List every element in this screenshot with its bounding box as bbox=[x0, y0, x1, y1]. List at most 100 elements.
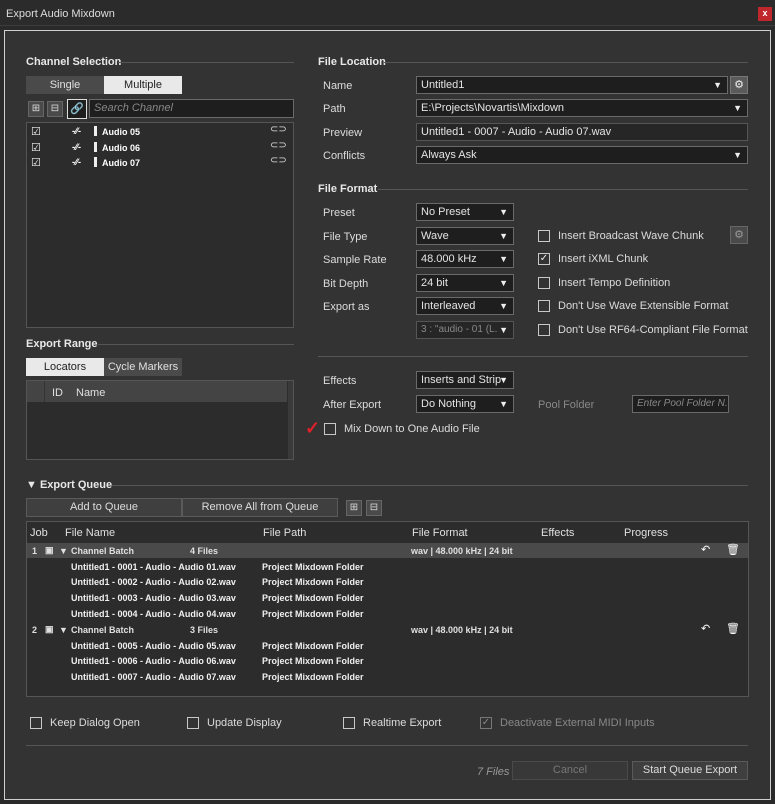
keep-open-label: Keep Dialog Open bbox=[50, 717, 140, 729]
divider bbox=[378, 189, 748, 190]
path-label: Path bbox=[323, 103, 346, 115]
col-progress: Progress bbox=[624, 527, 669, 539]
range-scrollbar[interactable] bbox=[288, 381, 293, 459]
col-file-path: File Path bbox=[263, 527, 307, 539]
queue-file-path: Project Mixdown Folder bbox=[262, 562, 364, 572]
expand-all-icon[interactable]: ⊞ bbox=[28, 101, 44, 117]
conflicts-select[interactable]: Always Ask bbox=[416, 146, 748, 164]
file-icon: ▣ bbox=[45, 545, 54, 555]
channel-checkbox[interactable]: ☑ bbox=[31, 156, 41, 169]
queue-file-path: Project Mixdown Folder bbox=[262, 577, 364, 587]
expand-all-icon[interactable]: ⊞ bbox=[346, 500, 362, 516]
link-icon[interactable]: ⊂⊃ bbox=[270, 124, 287, 135]
link-icon[interactable]: ⊂⊃ bbox=[270, 140, 287, 151]
channel-select: 3 : "audio - 01 (L. bbox=[416, 321, 514, 339]
batch-name: Channel Batch bbox=[71, 625, 135, 635]
col-effects: Effects bbox=[541, 527, 575, 539]
channel-checkbox[interactable]: ☑ bbox=[31, 125, 41, 138]
realtime-export-checkbox[interactable] bbox=[343, 717, 355, 729]
divider bbox=[112, 485, 748, 486]
wave-extensible-checkbox[interactable] bbox=[538, 300, 550, 312]
chevron-down-icon[interactable]: ▼ bbox=[59, 546, 68, 556]
link-icon[interactable]: 🔗 bbox=[67, 99, 87, 119]
channel-color-bar bbox=[94, 141, 97, 152]
deactivate-midi-label: Deactivate External MIDI Inputs bbox=[500, 717, 655, 729]
name-field[interactable]: Untitled1 bbox=[416, 76, 728, 94]
queue-file-name: Untitled1 - 0005 - Audio - Audio 05.wav bbox=[71, 641, 236, 651]
remove-all-button[interactable]: Remove All from Queue bbox=[182, 498, 338, 517]
channel-color-bar bbox=[94, 157, 97, 167]
start-queue-export-button[interactable]: Start Queue Export bbox=[632, 761, 748, 780]
export-as-select[interactable]: Interleaved bbox=[416, 297, 514, 315]
trash-icon[interactable]: 🗑 bbox=[726, 622, 740, 635]
red-check-mark: ✓ bbox=[305, 418, 321, 438]
preview-field: Untitled1 - 0007 - Audio - Audio 07.wav bbox=[416, 123, 748, 141]
sample-rate-select[interactable]: 48.000 kHz bbox=[416, 250, 514, 268]
conflicts-label: Conflicts bbox=[323, 150, 366, 162]
divider bbox=[44, 381, 45, 402]
channel-color-bar bbox=[94, 126, 97, 136]
realtime-export-label: Realtime Export bbox=[363, 717, 442, 729]
waveform-icon: -⁄⁄- bbox=[72, 126, 81, 136]
collapse-all-icon[interactable]: ⊟ bbox=[47, 101, 63, 117]
effects-select[interactable]: Inserts and Strip bbox=[416, 371, 514, 389]
queue-file-name: Untitled1 - 0004 - Audio - Audio 04.wav bbox=[71, 609, 236, 619]
file-type-select[interactable]: Wave bbox=[416, 227, 514, 245]
rf64-checkbox[interactable] bbox=[538, 324, 550, 336]
close-button[interactable]: x bbox=[758, 7, 772, 21]
collapse-arrow-icon[interactable]: ▼ bbox=[26, 479, 40, 491]
divider bbox=[118, 62, 294, 63]
file-location-heading: File Location bbox=[318, 56, 386, 68]
multiple-tab[interactable]: Multiple bbox=[104, 76, 182, 94]
gear-icon[interactable]: ⚙ bbox=[730, 226, 748, 244]
cycle-markers-tab[interactable]: Cycle Markers bbox=[104, 358, 182, 376]
bit-depth-label: Bit Depth bbox=[323, 278, 369, 290]
search-channel-input[interactable]: Search Channel bbox=[89, 99, 294, 118]
undo-icon[interactable]: ↶ bbox=[701, 622, 710, 635]
add-to-queue-button[interactable]: Add to Queue bbox=[26, 498, 182, 517]
channel-name: Audio 06 bbox=[102, 142, 141, 153]
job-number: 1 bbox=[32, 546, 38, 556]
mixdown-checkbox[interactable] bbox=[324, 423, 336, 435]
cancel-button: Cancel bbox=[512, 761, 628, 780]
export-queue-title: Export Queue bbox=[39, 479, 113, 491]
path-field[interactable]: E:\Projects\Novartis\Mixdown bbox=[416, 99, 748, 117]
waveform-icon: -⁄⁄- bbox=[72, 157, 81, 167]
ixml-checkbox[interactable]: ✓ bbox=[538, 253, 550, 265]
update-display-checkbox[interactable] bbox=[187, 717, 199, 729]
range-header bbox=[27, 381, 287, 402]
single-tab[interactable]: Single bbox=[26, 76, 104, 94]
queue-file-path: Project Mixdown Folder bbox=[262, 656, 364, 666]
col-file-format: File Format bbox=[412, 527, 468, 539]
undo-icon[interactable]: ↶ bbox=[701, 543, 710, 556]
preset-label: Preset bbox=[323, 207, 355, 219]
pool-folder-input[interactable]: Enter Pool Folder N. bbox=[632, 395, 729, 413]
queue-file-path: Project Mixdown Folder bbox=[262, 593, 364, 603]
broadcast-wave-checkbox[interactable] bbox=[538, 230, 550, 242]
broadcast-wave-label: Insert Broadcast Wave Chunk bbox=[558, 230, 704, 242]
preset-select[interactable]: No Preset bbox=[416, 203, 514, 221]
gear-icon[interactable]: ⚙ bbox=[730, 76, 748, 94]
after-export-select[interactable]: Do Nothing bbox=[416, 395, 514, 413]
channel-checkbox[interactable]: ☑ bbox=[31, 141, 41, 154]
link-icon[interactable]: ⊂⊃ bbox=[270, 155, 287, 166]
keep-open-checkbox[interactable] bbox=[30, 717, 42, 729]
preview-label: Preview bbox=[323, 127, 363, 139]
batch-row[interactable] bbox=[27, 543, 748, 558]
locators-tab[interactable]: Locators bbox=[26, 358, 104, 376]
queue-file-name: Untitled1 - 0001 - Audio - Audio 01.wav bbox=[71, 562, 236, 572]
queue-file-path: Project Mixdown Folder bbox=[262, 672, 364, 682]
after-export-label: After Export bbox=[323, 399, 382, 411]
collapse-all-icon[interactable]: ⊟ bbox=[366, 500, 382, 516]
tempo-checkbox[interactable] bbox=[538, 277, 550, 289]
bit-depth-select[interactable]: 24 bit bbox=[416, 274, 514, 292]
export-queue-heading: ▼ Export Queue bbox=[26, 479, 112, 491]
job-number: 2 bbox=[32, 625, 38, 635]
chevron-down-icon[interactable]: ▼ bbox=[59, 625, 68, 635]
trash-icon[interactable]: 🗑 bbox=[726, 543, 740, 556]
range-col-id: ID bbox=[52, 387, 63, 399]
batch-format: wav | 48.000 kHz | 24 bit bbox=[411, 625, 513, 635]
batch-format: wav | 48.000 kHz | 24 bit bbox=[411, 546, 513, 556]
col-job: Job bbox=[30, 527, 48, 539]
divider bbox=[98, 344, 294, 345]
